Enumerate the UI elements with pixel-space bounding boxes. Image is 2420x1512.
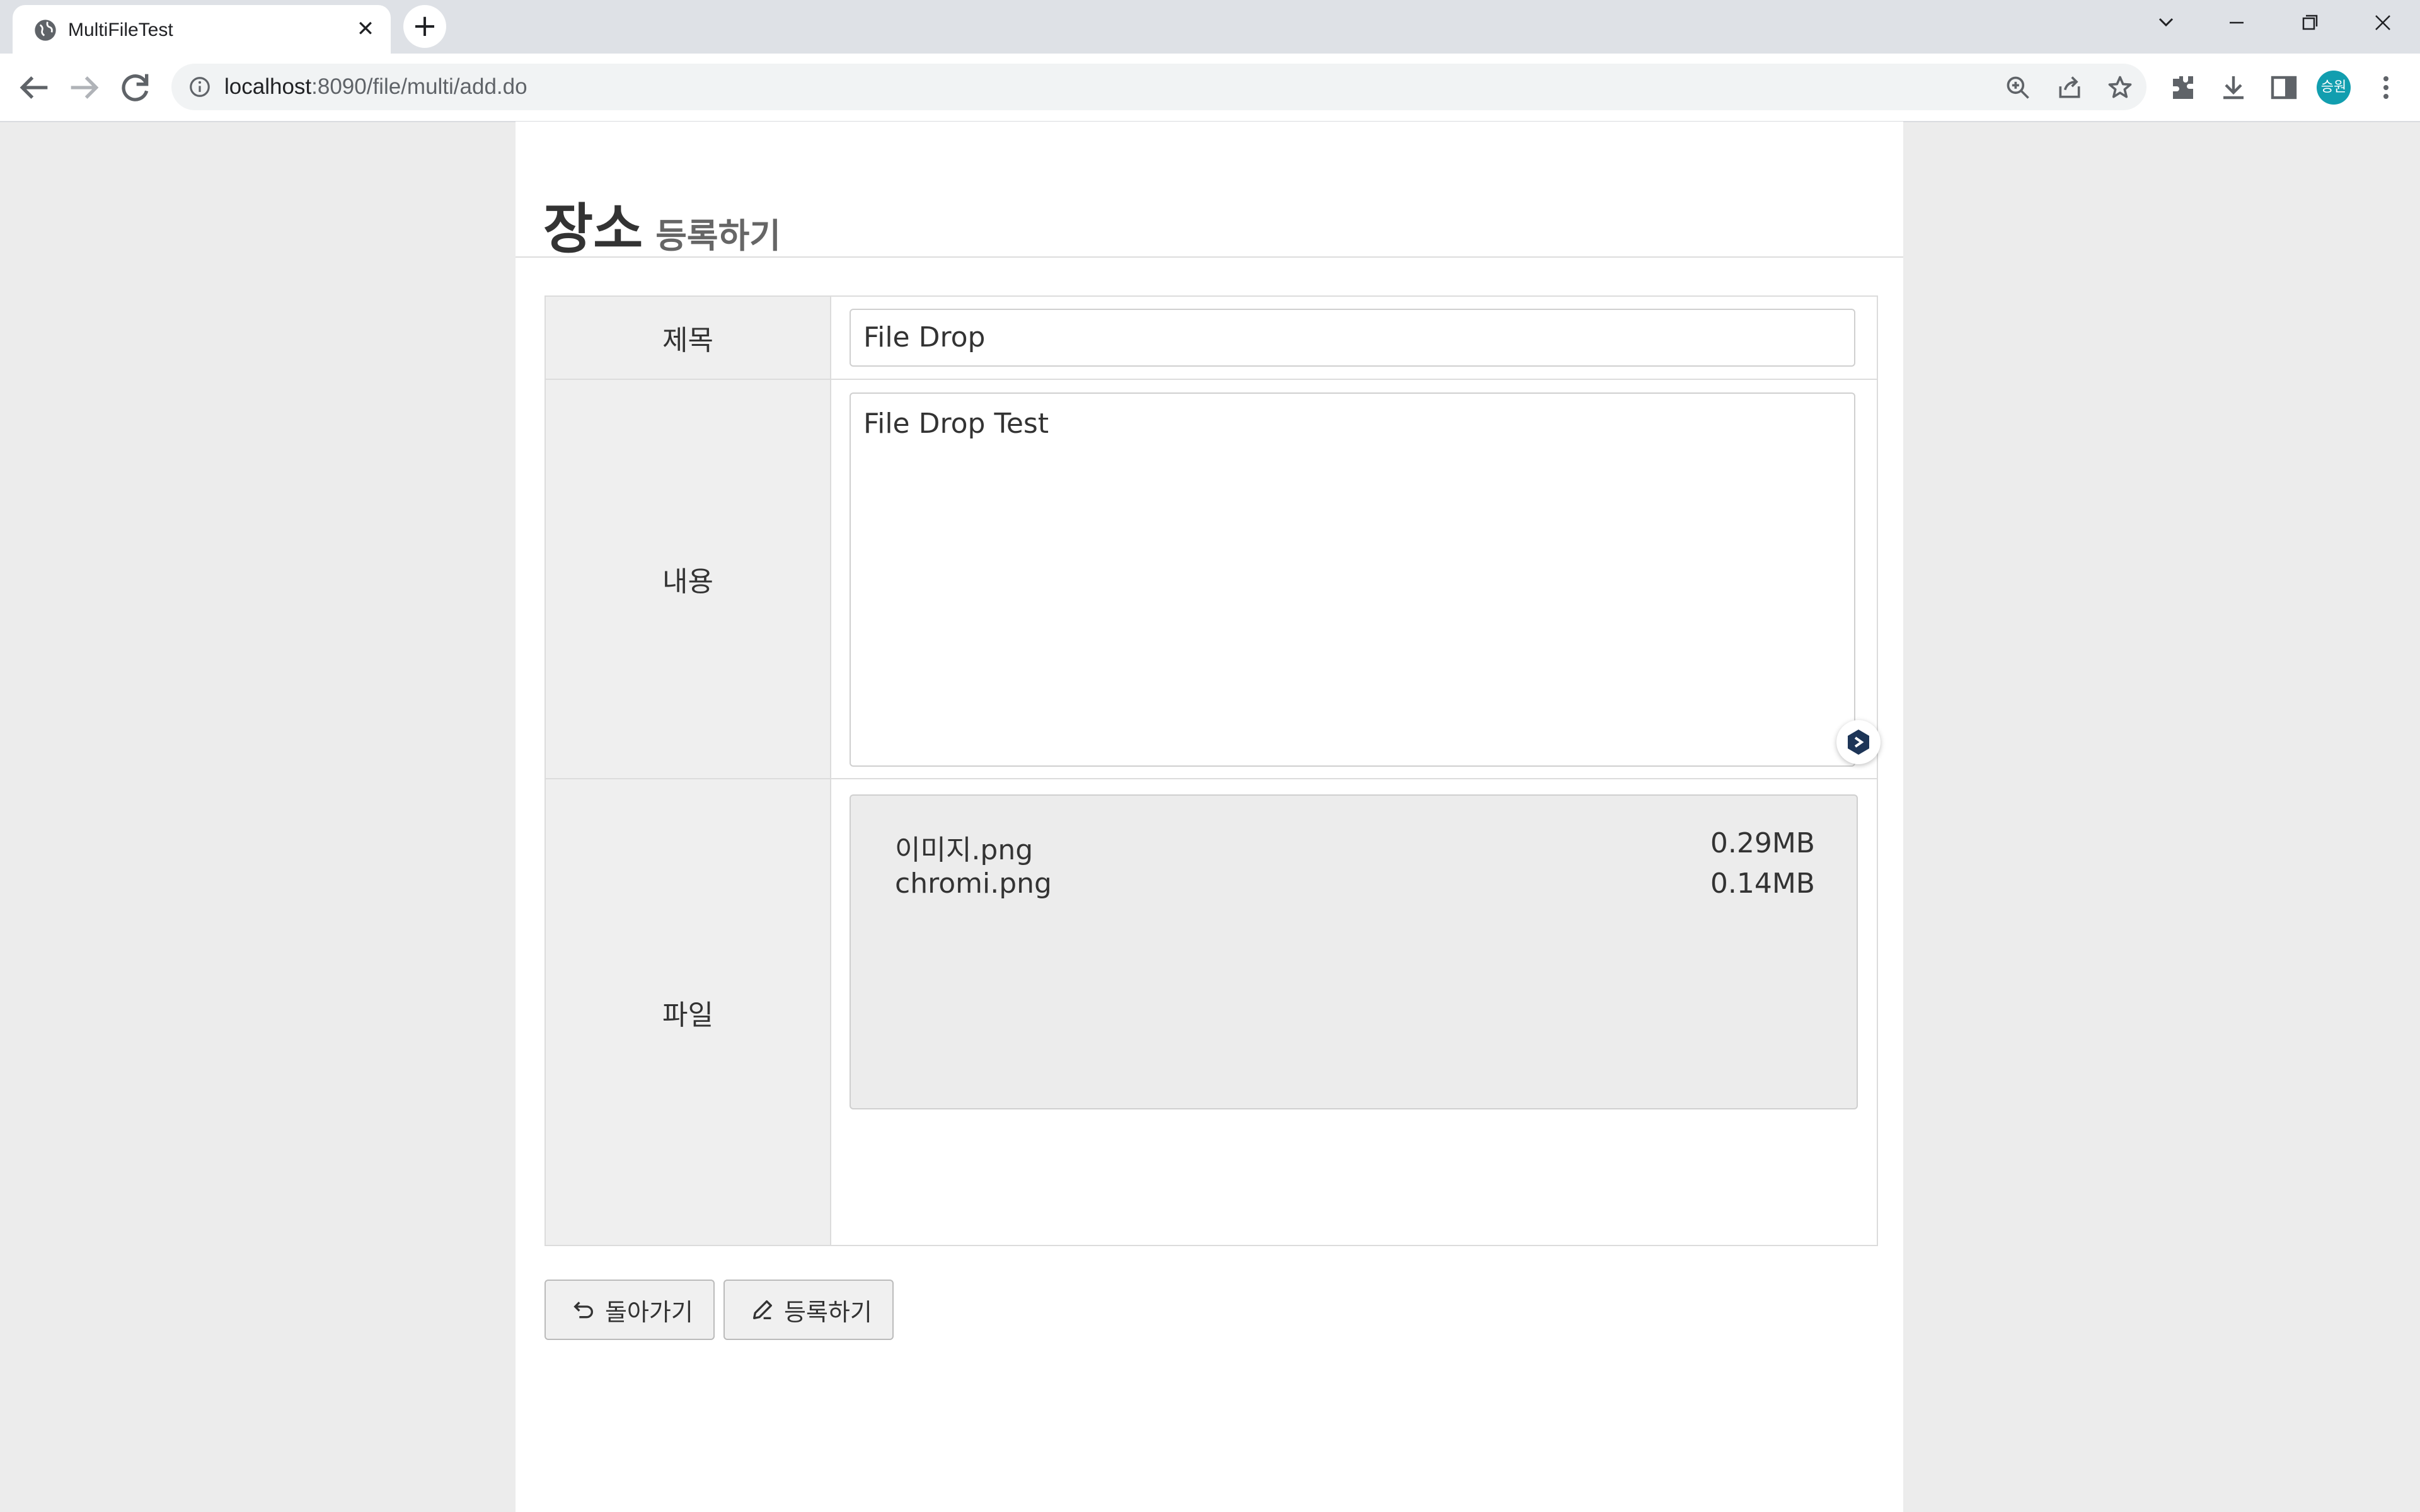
more-menu-icon[interactable] bbox=[2371, 72, 2401, 103]
extensions-puzzle-icon[interactable] bbox=[2168, 72, 2198, 103]
title-label: 제목 bbox=[546, 297, 831, 379]
submit-button-label: 등록하기 bbox=[784, 1298, 872, 1326]
restore-icon[interactable] bbox=[2275, 0, 2344, 45]
side-panel-icon[interactable] bbox=[2269, 72, 2299, 103]
profile-avatar[interactable]: 승원 bbox=[2317, 71, 2351, 105]
bookmark-star-icon[interactable] bbox=[2106, 74, 2134, 101]
file-item: 이미지.png 0.29MB bbox=[895, 827, 1815, 868]
new-tab-button[interactable]: + bbox=[403, 5, 446, 48]
page-container: 장소 등록하기 제목 File Drop 내용 File Drop Test 파일… bbox=[516, 122, 1903, 1512]
file-name: chromi.png bbox=[895, 868, 1052, 900]
register-form: 제목 File Drop 내용 File Drop Test 파일 이미지.pn… bbox=[544, 295, 1881, 1246]
url-host: localhost bbox=[224, 74, 312, 99]
forward-arrow-icon[interactable] bbox=[64, 67, 105, 108]
tab-close-icon[interactable]: ✕ bbox=[353, 16, 378, 42]
download-icon[interactable] bbox=[2218, 72, 2249, 103]
file-size: 0.29MB bbox=[1710, 827, 1815, 859]
browser-tabstrip: MultiFileTest ✕ + bbox=[0, 0, 2420, 54]
minimize-icon[interactable] bbox=[2202, 0, 2271, 45]
tab-title: MultiFileTest bbox=[68, 20, 173, 40]
url-text[interactable]: localhost:8090/file/multi/add.do bbox=[224, 72, 527, 101]
url-path: :8090/file/multi/add.do bbox=[311, 74, 527, 99]
browser-tab[interactable]: MultiFileTest ✕ bbox=[13, 5, 391, 54]
back-button-label: 돌아가기 bbox=[605, 1298, 693, 1326]
content-label: 내용 bbox=[546, 380, 831, 778]
globe-icon bbox=[35, 20, 56, 41]
page-title-sub: 등록하기 bbox=[655, 216, 781, 256]
file-label: 파일 bbox=[546, 779, 831, 1245]
reload-icon[interactable] bbox=[115, 67, 155, 108]
window-close-icon[interactable] bbox=[2348, 0, 2417, 45]
file-size: 0.14MB bbox=[1710, 868, 1815, 900]
share-icon[interactable] bbox=[2056, 74, 2083, 101]
edit-pencil-icon bbox=[753, 1300, 772, 1319]
title-divider bbox=[516, 256, 1903, 258]
file-drop-zone[interactable]: 이미지.png 0.29MB chromi.png 0.14MB bbox=[850, 794, 1858, 1109]
tab-search-chevron-icon[interactable] bbox=[2131, 0, 2201, 45]
page-title: 장소 등록하기 bbox=[543, 185, 781, 263]
content-textarea[interactable]: File Drop Test bbox=[850, 392, 1881, 767]
grammar-assistant-icon[interactable] bbox=[1836, 720, 1881, 764]
file-name: 이미지.png bbox=[895, 834, 1034, 866]
submit-button[interactable]: 등록하기 bbox=[723, 1280, 894, 1340]
page-title-main: 장소 bbox=[543, 198, 643, 261]
back-button[interactable]: 돌아가기 bbox=[544, 1280, 715, 1340]
title-input[interactable]: File Drop bbox=[850, 309, 1855, 367]
site-info-icon[interactable] bbox=[188, 75, 212, 99]
zoom-icon[interactable] bbox=[2004, 74, 2032, 101]
undo-arrow-icon bbox=[573, 1302, 593, 1319]
browser-toolbar: localhost:8090/file/multi/add.do 승원 bbox=[0, 54, 2420, 122]
back-arrow-icon[interactable] bbox=[14, 67, 54, 108]
address-bar[interactable]: localhost:8090/file/multi/add.do bbox=[171, 64, 2146, 110]
file-item: chromi.png 0.14MB bbox=[895, 868, 1815, 908]
content-text: File Drop Test bbox=[863, 408, 1049, 440]
